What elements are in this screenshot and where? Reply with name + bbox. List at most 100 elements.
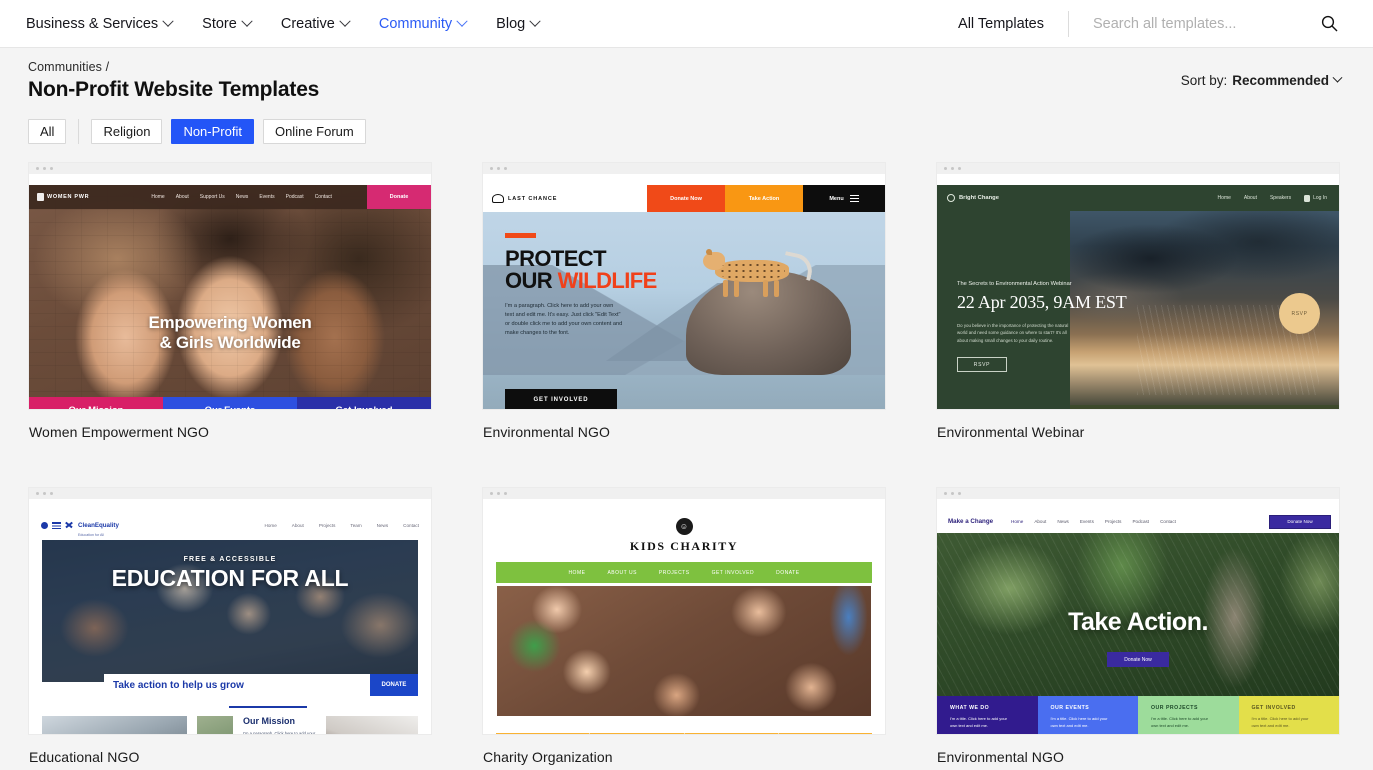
preview-mission-title: Our Mission <box>243 716 296 726</box>
template-preview: CleanEquality Education for All Home Abo… <box>29 510 431 734</box>
preview-hero: The Secrets to Environmental Action Webi… <box>957 281 1127 373</box>
preview-panel-text: I'm a title. Click here to add your own … <box>950 716 1008 728</box>
preview-nav-links: Home About Projects Team News Contact <box>265 523 419 528</box>
page-header: Communities / Non-Profit Website Templat… <box>0 48 1373 144</box>
breadcrumb[interactable]: Communities / <box>28 60 1343 74</box>
window-dot-icon <box>958 492 961 495</box>
template-thumbnail[interactable]: Make a Change Home About News Events Pro… <box>936 487 1340 735</box>
preview-cta-bar: Take action to help us grow DONATE <box>104 674 418 696</box>
preview-panel: OUR EVENTS I'm a title. Click here to ad… <box>1037 696 1138 734</box>
template-grid: WOMEN PWR Home About Support Us News Eve… <box>0 162 1373 765</box>
filter-chip-non-profit[interactable]: Non-Profit <box>171 119 254 144</box>
flag-icon <box>52 521 61 529</box>
preview-icon-bar: ℹ ✓ ★ ✚ <box>496 733 872 734</box>
logo-mark-icon: ☺ <box>675 518 693 535</box>
preview-rsvp-button: RSVP <box>957 357 1007 373</box>
template-card[interactable]: ☺ KIDS CHARITY HOME ABOUT US PROJECTS GE… <box>482 487 886 765</box>
sun-icon <box>947 194 955 202</box>
browser-chrome-bar <box>937 163 1339 174</box>
filter-chip-religion[interactable]: Religion <box>91 119 163 144</box>
preview-donate-button: Donate Now <box>647 185 725 212</box>
nav-item-store[interactable]: Store <box>202 15 253 32</box>
preview-hero: Empowering Women & Girls Worldwide <box>29 313 431 353</box>
preview-accent-rule <box>505 233 536 238</box>
preview-panel-text: I'm a title. Click here to add your own … <box>1251 716 1309 728</box>
hamburger-icon <box>849 195 859 202</box>
page-title: Non-Profit Website Templates <box>28 78 320 101</box>
template-card[interactable]: LAST CHANCE Donate Now Take Action Menu … <box>482 162 886 440</box>
template-card[interactable]: WOMEN PWR Home About Support Us News Eve… <box>28 162 432 440</box>
logo-mark-icon <box>37 193 44 201</box>
template-card[interactable]: Bright Change Home About Speakers Log In… <box>936 162 1340 440</box>
template-thumbnail[interactable]: CleanEquality Education for All Home Abo… <box>28 487 432 735</box>
preview-navbar: LAST CHANCE Donate Now Take Action Menu <box>483 185 885 212</box>
nav-item-blog[interactable]: Blog <box>496 15 541 32</box>
template-thumbnail[interactable]: Bright Change Home About Speakers Log In… <box>936 162 1340 410</box>
preview-navbar: Bright Change Home About Speakers Log In <box>937 185 1339 211</box>
preview-nav-link: Speakers <box>1269 195 1292 201</box>
browser-chrome-bar <box>483 163 885 174</box>
preview-cta-button: GET INVOLVED <box>505 389 617 409</box>
preview-login-label: Log In <box>1313 195 1327 201</box>
all-templates-link[interactable]: All Templates <box>958 16 1044 32</box>
sort-by-control[interactable]: Sort by: Recommended <box>1181 72 1343 88</box>
nav-item-creative[interactable]: Creative <box>281 15 351 32</box>
preview-headline-line: OUR WILDLIFE <box>505 268 657 294</box>
search-icon[interactable] <box>1321 15 1338 32</box>
template-thumbnail[interactable]: ☺ KIDS CHARITY HOME ABOUT US PROJECTS GE… <box>482 487 886 735</box>
template-card-title: Women Empowerment NGO <box>29 424 210 440</box>
preview-bar-title: Our Mission <box>69 405 124 409</box>
preview-donate-button: Donate <box>367 185 431 209</box>
preview-panel-text: I'm a title. Click here to add your own … <box>1050 716 1108 728</box>
preview-content-row: Our Mission I'm a paragraph. Click here … <box>42 716 418 734</box>
preview-nav-link: About <box>291 522 304 528</box>
chevron-down-icon <box>529 15 541 27</box>
preview-logo: Bright Change <box>947 194 999 202</box>
preview-nav-link: ABOUT US <box>607 569 637 576</box>
preview-nav-link: Home <box>151 194 165 200</box>
preview-nav-link: Support Us <box>199 194 225 200</box>
preview-logo-text: KIDS CHARITY <box>629 539 739 553</box>
circle-icon <box>41 521 48 529</box>
preview-nav-link: About <box>1243 195 1257 201</box>
preview-rsvp-badge: RSVP <box>1279 293 1320 334</box>
preview-navbar: HOME ABOUT US PROJECTS GET INVOLVED DONA… <box>496 562 872 583</box>
preview-nav-link: Events <box>259 194 275 200</box>
preview-icon-cell: ✓ <box>590 733 685 734</box>
preview-hero-line: & Girls Worldwide <box>159 333 301 353</box>
preview-nav-link: Events <box>1079 519 1094 524</box>
preview-bottom-bars: Our Mission Our Goal, Vision & Commitmen… <box>29 397 431 409</box>
preview-donate-button: DONATE <box>370 674 418 696</box>
nav-item-label: Business & Services <box>26 15 159 32</box>
search-input[interactable] <box>1093 15 1321 32</box>
template-card-title: Environmental NGO <box>937 749 1064 765</box>
preview-icon-cell: ℹ <box>496 733 591 734</box>
window-dot-icon <box>504 167 507 170</box>
template-card-title: Educational NGO <box>29 749 140 765</box>
nav-item-business-services[interactable]: Business & Services <box>26 15 174 32</box>
template-card[interactable]: CleanEquality Education for All Home Abo… <box>28 487 432 765</box>
preview-photo <box>42 716 187 734</box>
preview-navbar: Make a Change Home About News Events Pro… <box>937 510 1339 533</box>
preview-logo: WOMEN PWR <box>37 193 89 201</box>
template-thumbnail[interactable]: WOMEN PWR Home About Support Us News Eve… <box>28 162 432 410</box>
preview-hero: PROTECT OUR WILDLIFE I'm a paragraph. Cl… <box>505 233 657 338</box>
template-card[interactable]: Make a Change Home About News Events Pro… <box>936 487 1340 765</box>
preview-nav-link: Home <box>1217 195 1231 201</box>
filter-chip-all[interactable]: All <box>28 119 67 144</box>
preview-hero-line: Empowering Women <box>148 313 312 332</box>
filter-chip-online-forum[interactable]: Online Forum <box>262 119 366 144</box>
sort-by-value: Recommended <box>1232 73 1329 88</box>
preview-nav-link: Podcast <box>1132 519 1150 524</box>
preview-mission: Our Mission I'm a paragraph. Click here … <box>243 716 316 734</box>
preview-donate-button: Donate Now <box>1269 514 1331 529</box>
grid-row-spacer <box>936 440 1340 487</box>
nav-right-group: All Templates <box>958 10 1355 37</box>
preview-nav-link: Contact <box>1160 519 1176 524</box>
template-card-title: Charity Organization <box>483 749 613 765</box>
template-thumbnail[interactable]: LAST CHANCE Donate Now Take Action Menu … <box>482 162 886 410</box>
preview-headline: PROTECT OUR WILDLIFE <box>505 247 657 294</box>
preview-logo-text: WOMEN PWR <box>47 194 90 200</box>
nav-item-community[interactable]: Community <box>379 15 468 32</box>
preview-navbar: CleanEquality Education for All Home Abo… <box>29 510 431 540</box>
